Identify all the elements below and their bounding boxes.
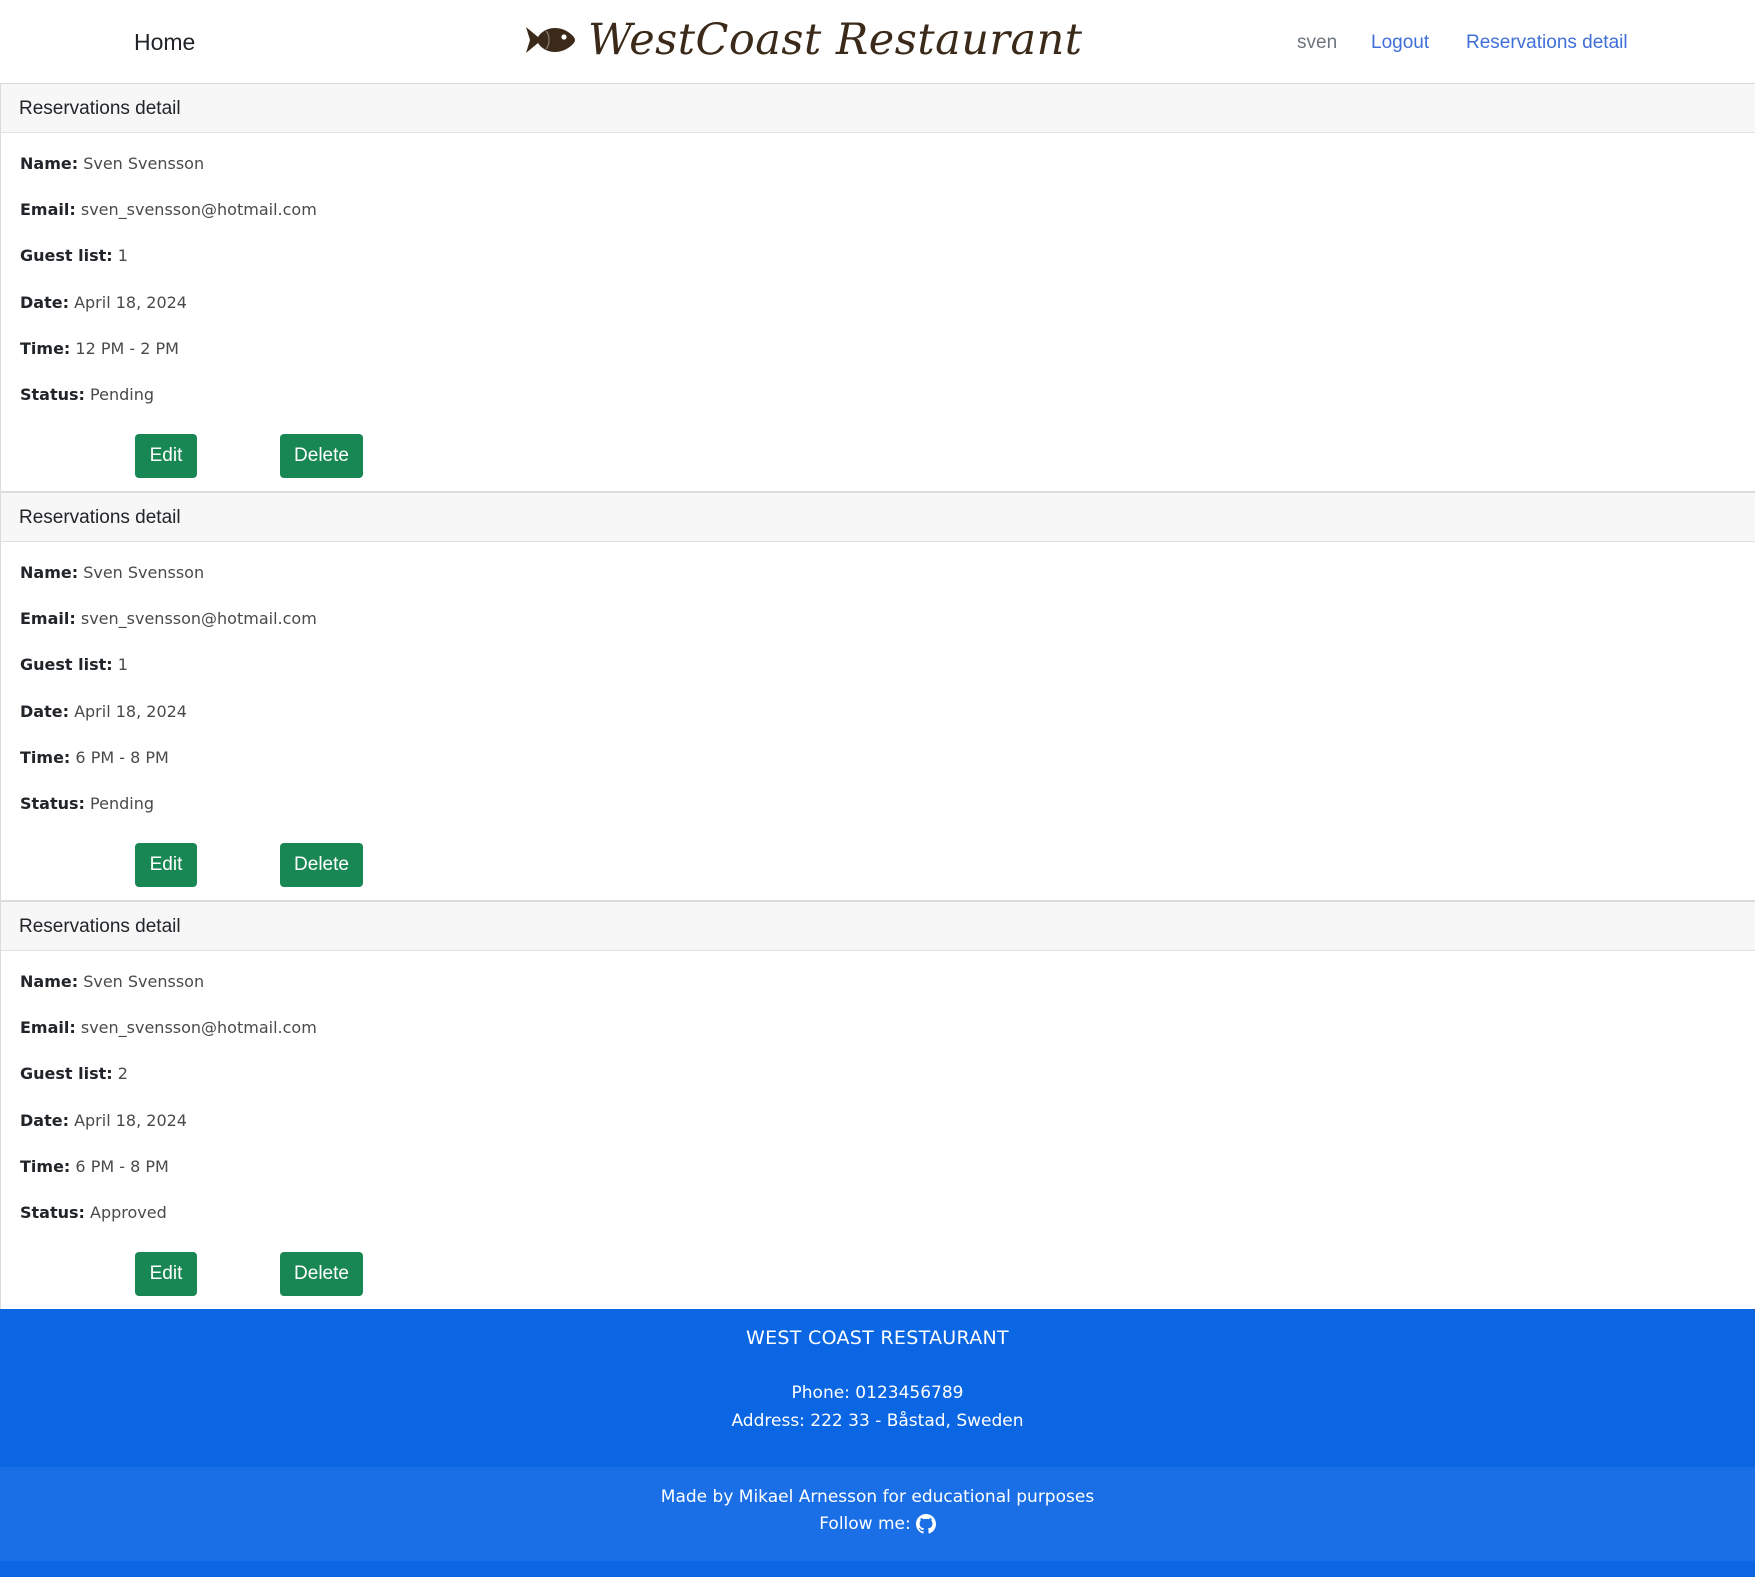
guest-list-value: 2 bbox=[117, 1064, 128, 1083]
status-value: Pending bbox=[90, 794, 154, 813]
email-value: sven_svensson@hotmail.com bbox=[80, 200, 317, 219]
follow-label: Follow me: bbox=[819, 1514, 911, 1534]
time-value: 6 PM - 8 PM bbox=[75, 748, 169, 767]
reservation-status: Status: Pending bbox=[20, 792, 154, 816]
github-icon[interactable] bbox=[915, 1514, 936, 1534]
email-label: Email: bbox=[20, 609, 76, 628]
time-label: Time: bbox=[20, 1157, 71, 1176]
navbar: Home WestCoast Restaurant sven Logout Re… bbox=[0, 0, 1755, 84]
edit-button[interactable]: Edit bbox=[135, 843, 197, 887]
reservation-email: Email: sven_svensson@hotmail.com bbox=[20, 198, 317, 222]
brand[interactable]: WestCoast Restaurant bbox=[522, 8, 1083, 72]
delete-button[interactable]: Delete bbox=[280, 843, 363, 887]
card-body: Name: Sven Svensson Email: sven_svensson… bbox=[1, 951, 1755, 1310]
email-value: sven_svensson@hotmail.com bbox=[80, 1018, 317, 1037]
nav-logout-link[interactable]: Logout bbox=[1371, 30, 1429, 56]
reservation-time: Time: 6 PM - 8 PM bbox=[20, 746, 169, 770]
email-label: Email: bbox=[20, 200, 76, 219]
guest-list-label: Guest list: bbox=[20, 655, 113, 674]
name-label: Name: bbox=[20, 154, 79, 173]
reservation-guest-list: Guest list: 2 bbox=[20, 1062, 128, 1086]
time-label: Time: bbox=[20, 339, 71, 358]
delete-button[interactable]: Delete bbox=[280, 1252, 363, 1296]
reservation-date: Date: April 18, 2024 bbox=[20, 1109, 187, 1133]
reservation-date: Date: April 18, 2024 bbox=[20, 700, 187, 724]
card-body: Name: Sven Svensson Email: sven_svensson… bbox=[1, 133, 1755, 492]
status-label: Status: bbox=[20, 794, 85, 813]
reservation-date: Date: April 18, 2024 bbox=[20, 291, 187, 315]
reservation-name: Name: Sven Svensson bbox=[20, 561, 204, 585]
date-label: Date: bbox=[20, 1111, 69, 1130]
card-header: Reservations detail bbox=[1, 84, 1755, 133]
time-value: 12 PM - 2 PM bbox=[75, 339, 179, 358]
footer-follow: Follow me: bbox=[0, 1514, 1755, 1534]
edit-button[interactable]: Edit bbox=[135, 1252, 197, 1296]
reservation-guest-list: Guest list: 1 bbox=[20, 653, 128, 677]
footer-credits: Made by Mikael Arnesson for educational … bbox=[0, 1467, 1755, 1561]
delete-button[interactable]: Delete bbox=[280, 434, 363, 478]
reservation-time: Time: 12 PM - 2 PM bbox=[20, 337, 179, 361]
footer-title: WEST COAST RESTAURANT bbox=[746, 1327, 1009, 1349]
date-value: April 18, 2024 bbox=[74, 1111, 187, 1130]
reservation-email: Email: sven_svensson@hotmail.com bbox=[20, 607, 317, 631]
status-value: Pending bbox=[90, 385, 154, 404]
edit-button[interactable]: Edit bbox=[135, 434, 197, 478]
reservations-list: Reservations detail Name: Sven Svensson … bbox=[0, 83, 1755, 1310]
name-value: Sven Svensson bbox=[83, 972, 205, 991]
reservation-guest-list: Guest list: 1 bbox=[20, 244, 128, 268]
reservation-name: Name: Sven Svensson bbox=[20, 970, 204, 994]
reservation-card: Reservations detail Name: Sven Svensson … bbox=[0, 83, 1755, 492]
status-value: Approved bbox=[90, 1203, 167, 1222]
date-label: Date: bbox=[20, 293, 69, 312]
reservation-email: Email: sven_svensson@hotmail.com bbox=[20, 1016, 317, 1040]
nav-reservations-link[interactable]: Reservations detail bbox=[1466, 30, 1628, 56]
brand-name: WestCoast Restaurant bbox=[588, 15, 1083, 65]
name-label: Name: bbox=[20, 972, 79, 991]
card-header: Reservations detail bbox=[1, 493, 1755, 542]
name-value: Sven Svensson bbox=[83, 563, 205, 582]
guest-list-label: Guest list: bbox=[20, 246, 113, 265]
footer-strip bbox=[0, 1561, 1755, 1577]
date-value: April 18, 2024 bbox=[74, 293, 187, 312]
date-label: Date: bbox=[20, 702, 69, 721]
guest-list-label: Guest list: bbox=[20, 1064, 113, 1083]
time-label: Time: bbox=[20, 748, 71, 767]
nav-username: sven bbox=[1297, 32, 1338, 53]
name-label: Name: bbox=[20, 563, 79, 582]
card-header: Reservations detail bbox=[1, 902, 1755, 951]
reservation-name: Name: Sven Svensson bbox=[20, 152, 204, 176]
status-label: Status: bbox=[20, 1203, 85, 1222]
guest-list-value: 1 bbox=[117, 655, 128, 674]
email-value: sven_svensson@hotmail.com bbox=[80, 609, 317, 628]
card-body: Name: Sven Svensson Email: sven_svensson… bbox=[1, 542, 1755, 901]
status-label: Status: bbox=[20, 385, 85, 404]
time-value: 6 PM - 8 PM bbox=[75, 1157, 169, 1176]
date-value: April 18, 2024 bbox=[74, 702, 187, 721]
reservation-card: Reservations detail Name: Sven Svensson … bbox=[0, 901, 1755, 1310]
reservation-time: Time: 6 PM - 8 PM bbox=[20, 1155, 169, 1179]
footer-address: Address: 222 33 - Båstad, Sweden bbox=[731, 1411, 1024, 1431]
email-label: Email: bbox=[20, 1018, 76, 1037]
footer-made-by: Made by Mikael Arnesson for educational … bbox=[660, 1487, 1095, 1507]
fish-icon bbox=[526, 27, 575, 53]
footer-phone: Phone: 0123456789 bbox=[791, 1383, 964, 1403]
footer-contact: WEST COAST RESTAURANT Phone: 0123456789 … bbox=[0, 1309, 1755, 1467]
name-value: Sven Svensson bbox=[83, 154, 205, 173]
guest-list-value: 1 bbox=[117, 246, 128, 265]
nav-home-link[interactable]: Home bbox=[134, 27, 195, 57]
reservation-card: Reservations detail Name: Sven Svensson … bbox=[0, 492, 1755, 901]
reservation-status: Status: Pending bbox=[20, 383, 154, 407]
reservation-status: Status: Approved bbox=[20, 1201, 167, 1225]
